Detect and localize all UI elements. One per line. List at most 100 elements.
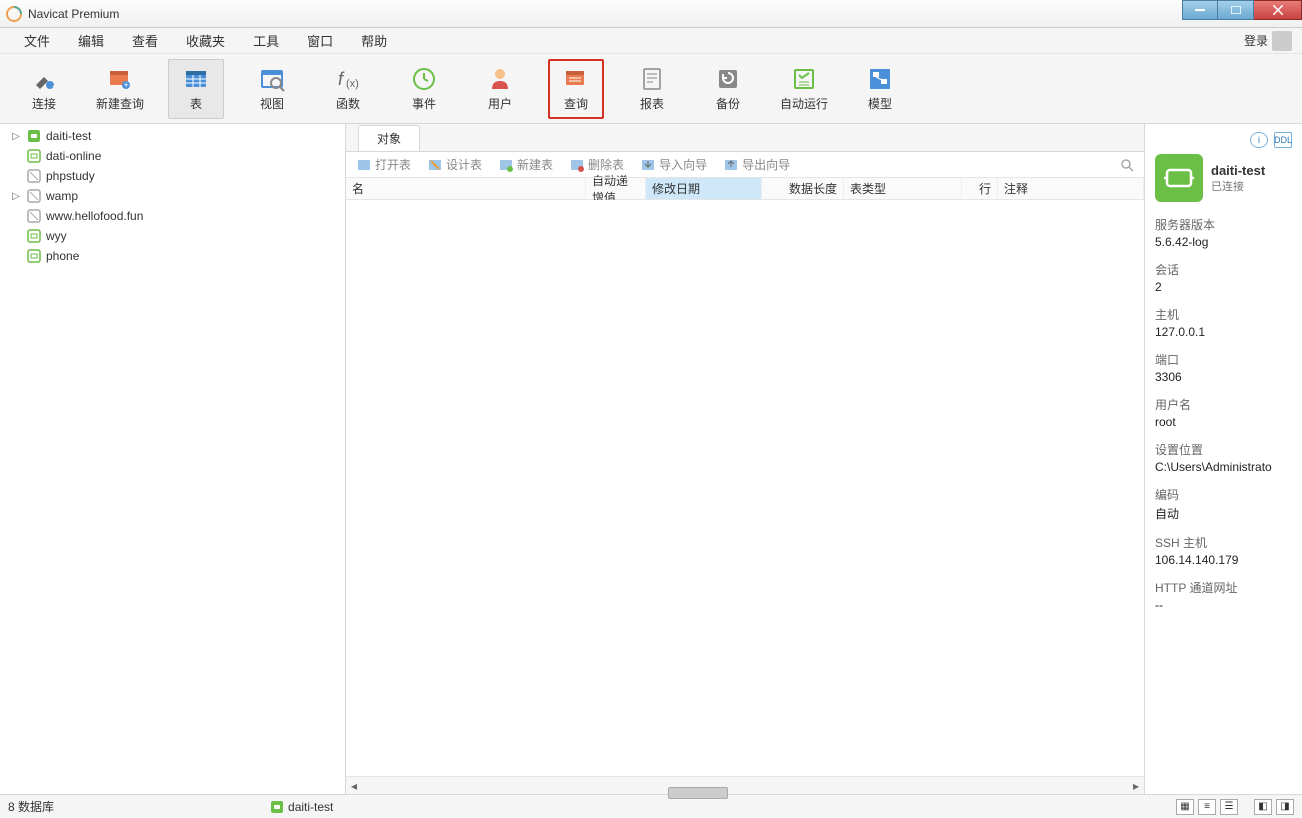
clock-icon: [410, 65, 438, 93]
backup-label: 备份: [716, 95, 740, 112]
close-button[interactable]: [1254, 0, 1302, 20]
settings-path-label: 设置位置: [1155, 441, 1292, 458]
delete-table-button[interactable]: 删除表: [565, 154, 628, 175]
table-icon: [182, 65, 210, 93]
col-name[interactable]: 名: [346, 178, 586, 199]
model-button[interactable]: 模型: [852, 59, 908, 119]
col-data-len[interactable]: 数据长度: [762, 178, 844, 199]
backup-button[interactable]: 备份: [700, 59, 756, 119]
conn-logo-icon: [1155, 154, 1203, 202]
http-label: HTTP 通道网址: [1155, 579, 1292, 596]
conn-open-icon: [26, 128, 42, 144]
menu-bar: 文件 编辑 查看 收藏夹 工具 窗口 帮助 登录: [0, 28, 1302, 54]
host-label: 主机: [1155, 306, 1292, 323]
settings-path: C:\Users\Administrato: [1155, 460, 1292, 474]
open-table-button[interactable]: 打开表: [352, 154, 415, 175]
tree-item-wamp[interactable]: ▷ wamp: [0, 186, 345, 206]
tree-label: wyy: [46, 229, 67, 243]
tree-item-daiti-test[interactable]: ▷ daiti-test: [0, 126, 345, 146]
login-area[interactable]: 登录: [1244, 31, 1292, 51]
tree-item-phone[interactable]: phone: [0, 246, 345, 266]
view-detail-icon[interactable]: ☰: [1220, 799, 1238, 815]
minimize-button[interactable]: [1182, 0, 1218, 20]
scroll-left-icon[interactable]: ◂: [346, 779, 362, 793]
col-modify-date[interactable]: 修改日期: [646, 178, 762, 199]
scroll-thumb[interactable]: [668, 787, 728, 799]
connect-button[interactable]: + 连接: [16, 59, 72, 119]
export-button[interactable]: 导出向导: [719, 154, 794, 175]
new-query-button[interactable]: + 新建查询: [92, 59, 148, 119]
event-button[interactable]: 事件: [396, 59, 452, 119]
tab-object[interactable]: 对象: [358, 125, 420, 151]
schedule-label: 自动运行: [780, 95, 828, 112]
tree-label: phpstudy: [46, 169, 95, 183]
new-query-label: 新建查询: [96, 95, 144, 112]
menu-tools[interactable]: 工具: [239, 27, 293, 54]
menu-help[interactable]: 帮助: [347, 27, 401, 54]
conn-name: daiti-test: [1211, 163, 1265, 178]
scroll-right-icon[interactable]: ▸: [1128, 779, 1144, 793]
expand-icon[interactable]: ▷: [10, 131, 22, 142]
tree-item-phpstudy[interactable]: phpstudy: [0, 166, 345, 186]
panel-right-icon[interactable]: ◨: [1276, 799, 1294, 815]
view-list-icon[interactable]: ≡: [1198, 799, 1216, 815]
horizontal-scrollbar[interactable]: ◂ ▸: [346, 776, 1144, 794]
menu-view[interactable]: 查看: [118, 27, 172, 54]
menu-window[interactable]: 窗口: [293, 27, 347, 54]
col-table-type[interactable]: 表类型: [844, 178, 962, 199]
view-grid-icon[interactable]: ▦: [1176, 799, 1194, 815]
search-icon[interactable]: [1120, 158, 1134, 172]
import-button[interactable]: 导入向导: [636, 154, 711, 175]
menu-edit[interactable]: 编辑: [64, 27, 118, 54]
backup-icon: [714, 65, 742, 93]
encoding-label: 编码: [1155, 486, 1292, 503]
info-icon[interactable]: i: [1250, 132, 1268, 148]
main-area: ▷ daiti-test dati-online phpstudy ▷ wamp…: [0, 124, 1302, 794]
connection-tree[interactable]: ▷ daiti-test dati-online phpstudy ▷ wamp…: [0, 124, 346, 794]
col-auto-inc[interactable]: 自动递增值: [586, 178, 646, 199]
status-bar: 8 数据库 daiti-test ▦ ≡ ☰ ◧ ◨: [0, 794, 1302, 818]
maximize-button[interactable]: [1218, 0, 1254, 20]
conn-gray-icon: [26, 208, 42, 224]
report-button[interactable]: 报表: [624, 59, 680, 119]
svg-text:+: +: [124, 80, 129, 90]
menu-file[interactable]: 文件: [10, 27, 64, 54]
tree-item-hellofood[interactable]: www.hellofood.fun: [0, 206, 345, 226]
tree-label: www.hellofood.fun: [46, 209, 143, 223]
query-label: 查询: [564, 95, 588, 112]
ddl-icon[interactable]: DDL: [1274, 132, 1292, 148]
view-button[interactable]: 视图: [244, 59, 300, 119]
ssh-label: SSH 主机: [1155, 534, 1292, 551]
tree-label: wamp: [46, 189, 78, 203]
table-button[interactable]: 表: [168, 59, 224, 119]
user-button[interactable]: 用户: [472, 59, 528, 119]
tree-item-dati-online[interactable]: dati-online: [0, 146, 345, 166]
function-icon: f(x): [334, 65, 362, 93]
model-icon: [866, 65, 894, 93]
connect-label: 连接: [32, 95, 56, 112]
function-button[interactable]: f(x) 函数: [320, 59, 376, 119]
expand-icon[interactable]: ▷: [10, 191, 22, 202]
svg-text:f: f: [338, 69, 345, 89]
new-table-button[interactable]: 新建表: [494, 154, 557, 175]
col-comment[interactable]: 注释: [998, 178, 1144, 199]
window-title: Navicat Premium: [28, 7, 119, 21]
tree-item-wyy[interactable]: wyy: [0, 226, 345, 246]
query-button[interactable]: 查询: [548, 59, 604, 119]
schedule-icon: [790, 65, 818, 93]
schedule-button[interactable]: 自动运行: [776, 59, 832, 119]
col-rows[interactable]: 行: [962, 178, 998, 199]
server-version-label: 服务器版本: [1155, 216, 1292, 233]
ssh: 106.14.140.179: [1155, 553, 1292, 567]
center-pane: 对象 打开表 设计表 新建表 删除表 导入向导 导出向导 名 自动递增值 修改日…: [346, 124, 1144, 794]
panel-left-icon[interactable]: ◧: [1254, 799, 1272, 815]
status-connection[interactable]: daiti-test: [270, 800, 333, 814]
open-icon: [356, 157, 372, 173]
event-label: 事件: [412, 95, 436, 112]
main-toolbar: + 连接 + 新建查询 表 视图 f(x) 函数 事件 用户 查询 报表 备份 …: [0, 54, 1302, 124]
table-body[interactable]: [346, 200, 1144, 776]
menu-favorites[interactable]: 收藏夹: [172, 27, 239, 54]
conn-closed-icon: [26, 228, 42, 244]
design-table-button[interactable]: 设计表: [423, 154, 486, 175]
app-icon: [6, 6, 22, 22]
